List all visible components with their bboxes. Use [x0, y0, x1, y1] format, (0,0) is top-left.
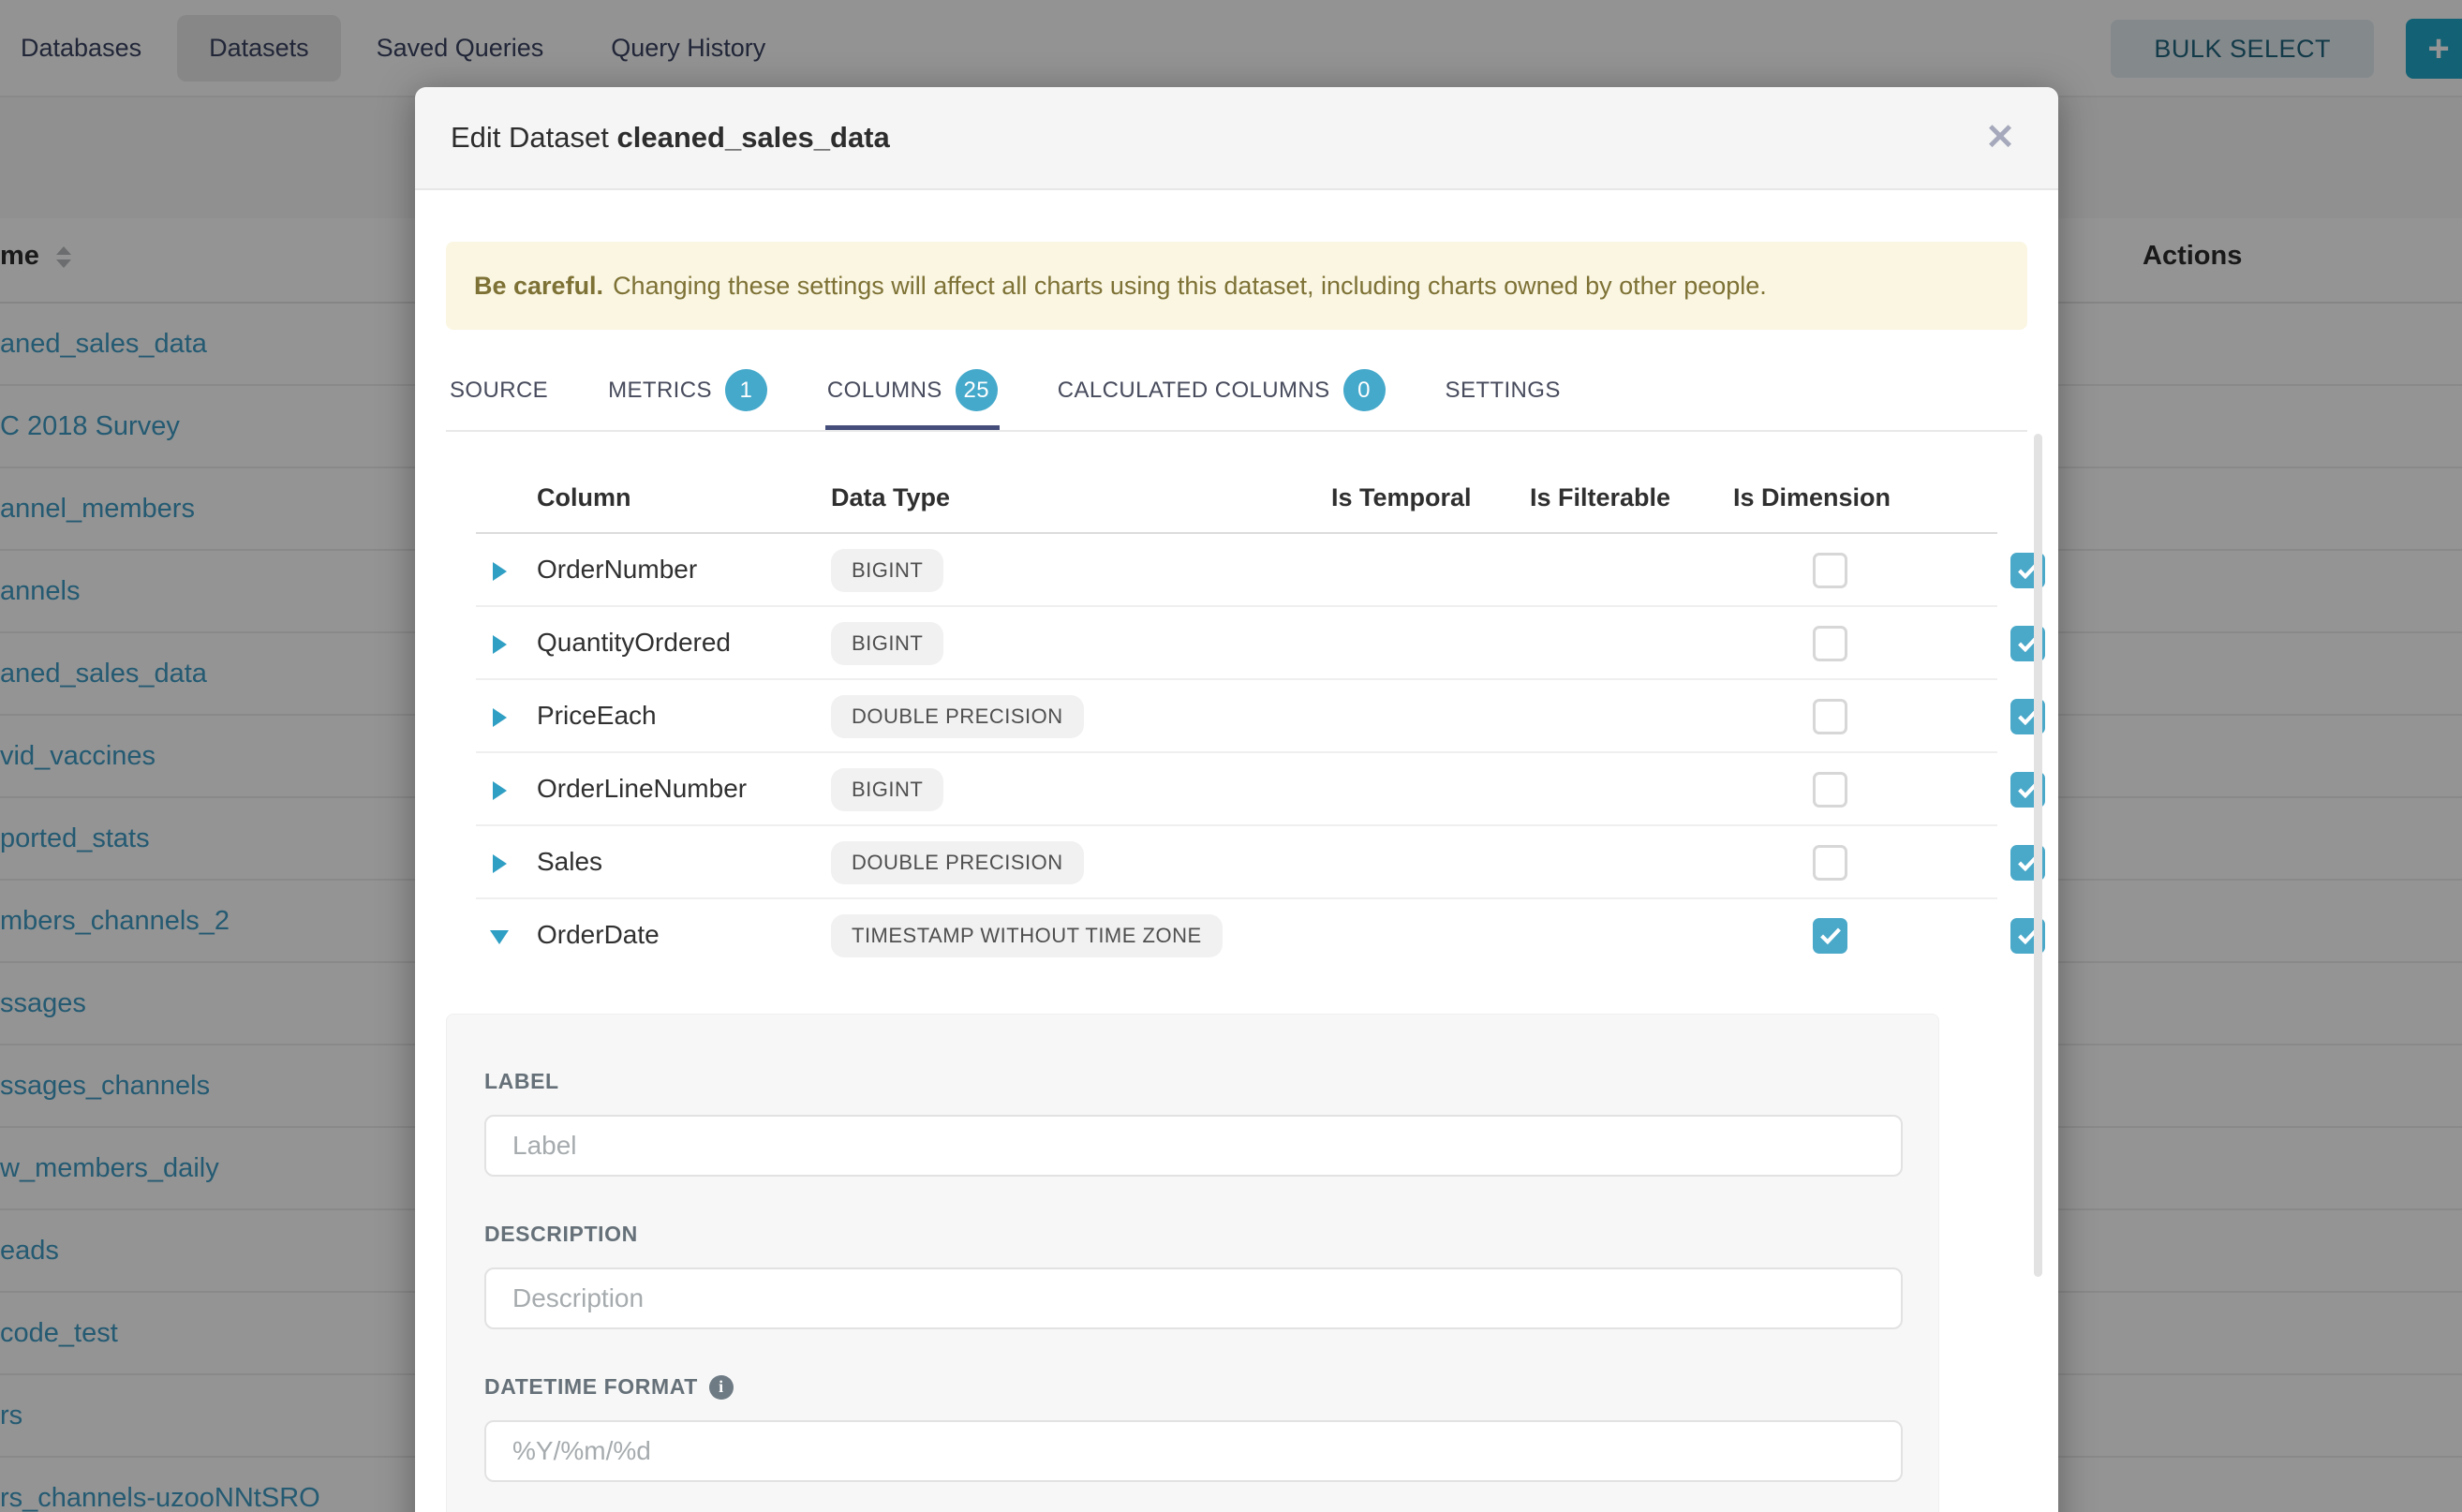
info-icon[interactable]: i [709, 1375, 734, 1400]
column-row: OrderLineNumber BIGINT [476, 753, 1997, 826]
tab-settings[interactable]: SETTINGS [1444, 352, 1563, 430]
is-temporal-checkbox[interactable] [1813, 772, 1847, 808]
edit-dataset-modal: Edit Dataset cleaned_sales_data ✕ Be car… [415, 87, 2058, 1512]
data-type-badge: TIMESTAMP WITHOUT TIME ZONE [831, 914, 1223, 957]
is-filterable-header: Is Filterable [1530, 483, 1670, 512]
is-dimension-header: Is Dimension [1733, 483, 1891, 512]
tab-calculated-columns[interactable]: CALCULATED COLUMNS 0 [1056, 352, 1387, 430]
column-row: QuantityOrdered BIGINT [476, 607, 1997, 680]
is-temporal-checkbox[interactable] [1813, 553, 1847, 588]
data-type-badge: BIGINT [831, 622, 943, 665]
modal-title: Edit Dataset cleaned_sales_data [451, 121, 890, 155]
is-temporal-checkbox[interactable] [1813, 626, 1847, 661]
datetime-format-input[interactable] [484, 1420, 1903, 1482]
tab-label: CALCULATED COLUMNS [1058, 378, 1330, 404]
label-field-label: LABEL [484, 1069, 1901, 1094]
description-field-label: DESCRIPTION [484, 1222, 1901, 1247]
tab-source[interactable]: SOURCE [448, 352, 550, 430]
modal-tabs: SOURCE METRICS 1 COLUMNS 25 CALCULATED COLUMN… [446, 352, 2027, 432]
data-type-header: Data Type [831, 483, 950, 512]
column-header: Column [537, 483, 631, 512]
expand-caret-icon[interactable] [493, 562, 507, 581]
column-name: PriceEach [537, 701, 657, 731]
modal-header: Edit Dataset cleaned_sales_data ✕ [415, 87, 2058, 190]
modal-scrollbar[interactable] [2034, 434, 2042, 1277]
is-temporal-checkbox[interactable] [1813, 845, 1847, 881]
column-row: PriceEach DOUBLE PRECISION [476, 680, 1997, 753]
expand-caret-icon[interactable] [493, 854, 507, 873]
columns-table-header: Column Data Type Is Temporal Is Filterab… [476, 463, 1997, 534]
data-type-badge: BIGINT [831, 549, 943, 592]
data-type-badge: DOUBLE PRECISION [831, 841, 1084, 884]
column-name: OrderNumber [537, 555, 697, 585]
data-type-badge: DOUBLE PRECISION [831, 695, 1084, 738]
is-temporal-checkbox[interactable] [1813, 699, 1847, 734]
column-name: QuantityOrdered [537, 628, 731, 658]
column-row: OrderDate TIMESTAMP WITHOUT TIME ZONE [476, 899, 1997, 972]
column-row: OrderNumber BIGINT [476, 534, 1997, 607]
data-type-badge: BIGINT [831, 768, 943, 811]
columns-table: Column Data Type Is Temporal Is Filterab… [476, 463, 1997, 972]
expand-caret-icon[interactable] [493, 708, 507, 727]
tab-columns[interactable]: COLUMNS 25 [825, 352, 1000, 430]
collapse-caret-icon[interactable] [490, 930, 509, 944]
count-badge: 0 [1343, 369, 1386, 411]
expand-caret-icon[interactable] [493, 781, 507, 800]
tab-label: METRICS [608, 378, 712, 404]
expand-caret-icon[interactable] [493, 635, 507, 654]
tab-label: COLUMNS [827, 378, 942, 404]
close-icon[interactable]: ✕ [1978, 116, 2023, 159]
tab-label: SETTINGS [1446, 378, 1561, 404]
column-name: Sales [537, 847, 602, 877]
count-badge: 25 [956, 369, 998, 411]
column-row: Sales DOUBLE PRECISION [476, 826, 1997, 899]
description-input[interactable] [484, 1267, 1903, 1329]
is-temporal-header: Is Temporal [1331, 483, 1472, 512]
modal-body: Be careful.Changing these settings will … [415, 242, 2058, 1512]
label-input[interactable] [484, 1115, 1903, 1177]
warning-banner: Be careful.Changing these settings will … [446, 242, 2027, 330]
count-badge: 1 [725, 369, 767, 411]
datetime-format-field-label: DATETIME FORMAT i [484, 1374, 1901, 1400]
column-name: OrderDate [537, 920, 660, 950]
is-temporal-checkbox[interactable] [1813, 918, 1847, 954]
column-detail-panel: LABEL DESCRIPTION DATETIME FORMAT i [446, 1014, 1939, 1512]
tab-metrics[interactable]: METRICS 1 [606, 352, 769, 430]
tab-label: SOURCE [450, 378, 548, 404]
column-name: OrderLineNumber [537, 774, 747, 804]
